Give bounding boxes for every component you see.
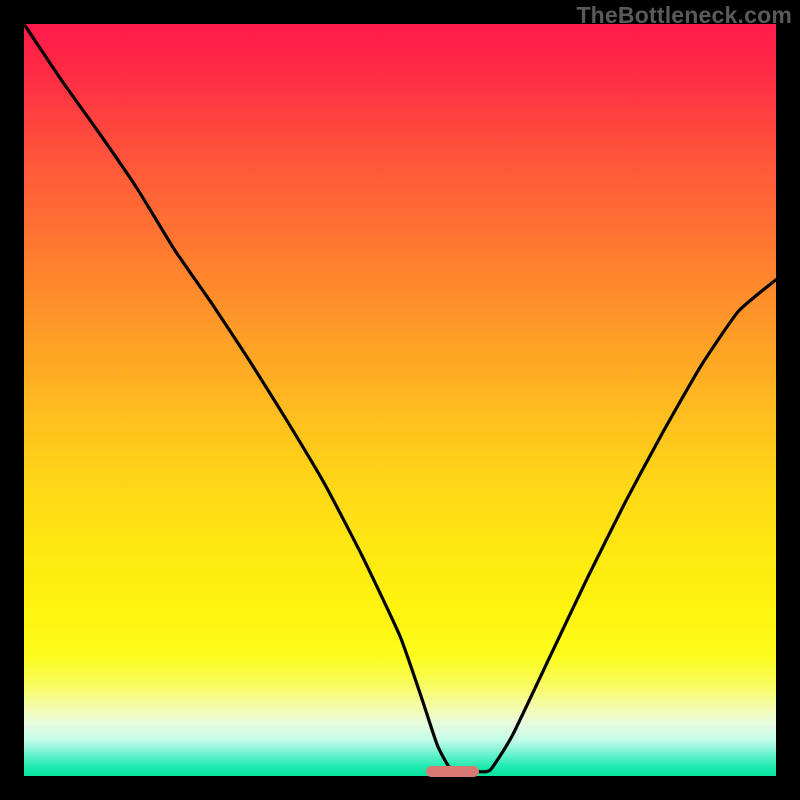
chart-frame: TheBottleneck.com bbox=[0, 0, 800, 800]
optimum-marker bbox=[426, 766, 479, 777]
bottleneck-curve bbox=[24, 24, 776, 776]
plot-area bbox=[24, 24, 776, 776]
